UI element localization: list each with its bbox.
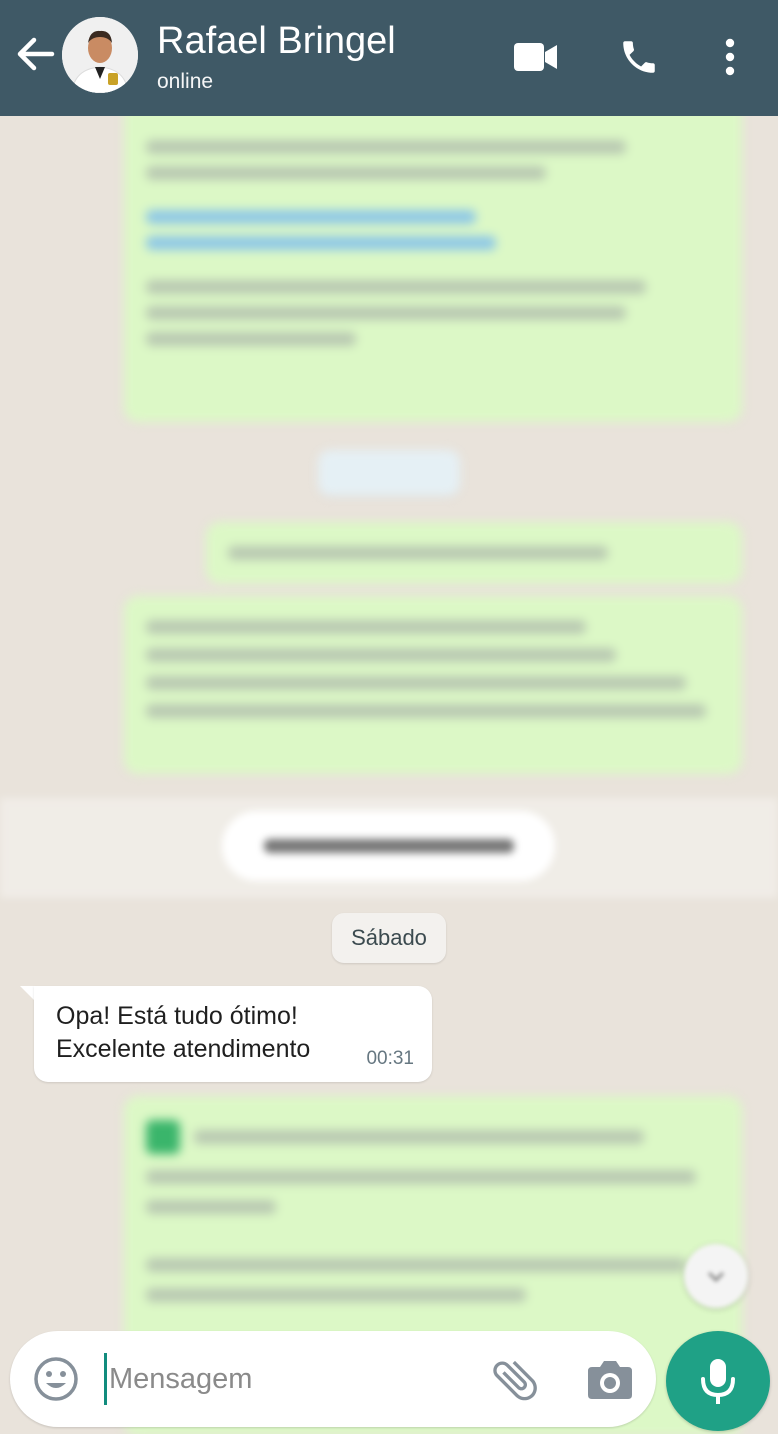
outgoing-message-blurred xyxy=(124,596,742,774)
outgoing-message-blurred xyxy=(124,116,742,422)
incoming-message-line: Opa! Está tudo ótimo! xyxy=(56,1002,298,1030)
camera-button[interactable] xyxy=(584,1355,636,1403)
attach-button[interactable] xyxy=(488,1353,542,1407)
incoming-message-text: Opa! Está tudo ótimo! Excelente atendime… xyxy=(56,1000,356,1066)
video-call-button[interactable] xyxy=(509,30,563,84)
message-composer xyxy=(10,1331,656,1427)
attach-icon xyxy=(493,1360,537,1401)
blurred-message-history xyxy=(0,116,778,796)
message-timestamp: 00:31 xyxy=(366,1048,414,1069)
message-input[interactable] xyxy=(104,1353,474,1405)
back-button[interactable] xyxy=(14,32,58,76)
contact-avatar[interactable] xyxy=(62,17,138,93)
unread-messages-pill xyxy=(222,811,555,881)
chat-area[interactable]: Sábado Opa! Está tudo ótimo! Excelente a… xyxy=(0,116,778,1434)
emoji-button[interactable] xyxy=(32,1355,80,1403)
date-separator: Sábado xyxy=(332,913,446,963)
voice-message-button[interactable] xyxy=(666,1331,770,1431)
camera-icon xyxy=(588,1361,632,1399)
incoming-message-line: Excelente atendimento xyxy=(56,1035,311,1063)
voice-call-button[interactable] xyxy=(612,30,666,84)
more-options-button[interactable] xyxy=(704,30,756,84)
emoji-icon xyxy=(34,1357,78,1401)
date-separator-blurred xyxy=(318,450,460,496)
outgoing-message-blurred xyxy=(206,522,742,584)
contact-status: online xyxy=(157,70,214,93)
video-call-icon xyxy=(514,43,557,71)
contact-name[interactable]: Rafael Bringel xyxy=(157,20,396,63)
back-arrow-icon xyxy=(17,37,55,71)
incoming-message[interactable]: Opa! Está tudo ótimo! Excelente atendime… xyxy=(34,986,432,1082)
chat-header: Rafael Bringel online xyxy=(0,0,778,116)
chevron-down-icon xyxy=(707,1271,725,1283)
more-vert-icon xyxy=(725,38,735,76)
mic-icon xyxy=(701,1359,735,1404)
phone-icon xyxy=(623,41,655,73)
scroll-to-bottom-button[interactable] xyxy=(684,1244,748,1308)
